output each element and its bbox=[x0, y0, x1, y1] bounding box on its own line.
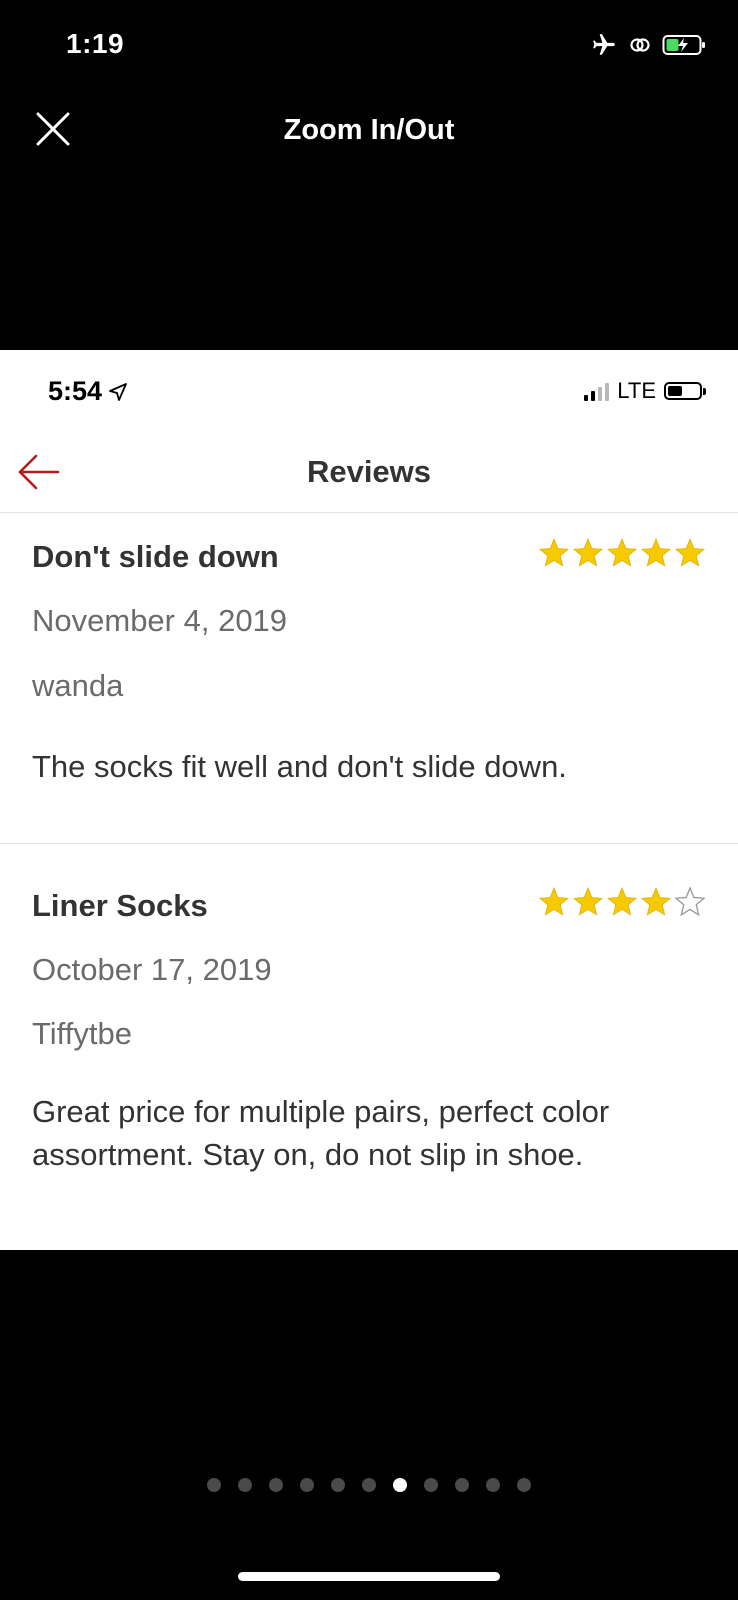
location-arrow-icon bbox=[109, 382, 127, 401]
outer-status-icons bbox=[590, 32, 708, 58]
inner-status-bar: 5:54 LTE bbox=[0, 350, 738, 430]
page-dot[interactable] bbox=[300, 1478, 314, 1492]
inner-status-right: LTE bbox=[584, 378, 706, 404]
page-dot-active[interactable] bbox=[393, 1478, 407, 1492]
inner-status-time-group: 5:54 bbox=[48, 376, 128, 407]
review-body: The socks fit well and don't slide down. bbox=[32, 749, 567, 784]
home-indicator[interactable] bbox=[238, 1572, 500, 1581]
signal-bar bbox=[591, 391, 596, 401]
signal-bar bbox=[584, 395, 589, 401]
page-dot[interactable] bbox=[455, 1478, 469, 1492]
star-filled-icon bbox=[572, 537, 604, 567]
outer-status-time: 1:19 bbox=[66, 28, 125, 59]
signal-bar bbox=[605, 383, 610, 401]
star-filled-icon bbox=[538, 537, 570, 567]
star-filled-icon bbox=[640, 537, 672, 567]
page-dot[interactable] bbox=[486, 1478, 500, 1492]
star-empty-icon bbox=[674, 886, 706, 917]
page-dot[interactable] bbox=[238, 1478, 252, 1492]
review-date: November 4, 2019 bbox=[32, 603, 288, 638]
review-date: October 17, 2019 bbox=[32, 952, 272, 987]
review-body: Great price for multiple pairs, perfect … bbox=[32, 1094, 610, 1172]
battery-icon bbox=[664, 382, 706, 400]
page-dot[interactable] bbox=[207, 1478, 221, 1492]
star-filled-icon bbox=[538, 886, 570, 916]
star-rating bbox=[538, 886, 706, 918]
star-filled-icon bbox=[674, 537, 706, 567]
signal-bar bbox=[598, 387, 603, 401]
page-dot[interactable] bbox=[517, 1478, 531, 1492]
page-dot[interactable] bbox=[331, 1478, 345, 1492]
viewer-title: Zoom In/Out bbox=[283, 114, 455, 146]
review-item: Don't slide down November 4, 2019 wanda … bbox=[0, 513, 738, 844]
signal-strength-icon bbox=[584, 381, 610, 401]
outer-status-bar: 1:19 bbox=[0, 0, 738, 90]
star-filled-icon bbox=[572, 886, 604, 916]
link-icon bbox=[630, 38, 650, 52]
airplane-icon bbox=[593, 34, 615, 55]
page-indicator bbox=[0, 1478, 738, 1492]
inner-status-time: 5:54 bbox=[48, 376, 103, 406]
review-title: Don't slide down bbox=[32, 539, 279, 574]
review-item: Liner Socks October 17, 2019 Tiffytbe Gr… bbox=[0, 844, 738, 1250]
star-rating bbox=[538, 537, 706, 569]
star-filled-icon bbox=[640, 886, 672, 916]
network-type: LTE bbox=[617, 378, 656, 403]
page-dot[interactable] bbox=[424, 1478, 438, 1492]
review-author: wanda bbox=[32, 668, 124, 703]
star-filled-icon bbox=[606, 886, 638, 916]
review-title: Liner Socks bbox=[32, 888, 208, 923]
review-author: Tiffytbe bbox=[32, 1016, 132, 1051]
reviews-header: Reviews bbox=[0, 430, 738, 513]
star-filled-icon bbox=[606, 537, 638, 567]
battery-charging-icon bbox=[662, 35, 705, 55]
page-title: Reviews bbox=[306, 454, 432, 489]
review-screenshot[interactable]: 5:54 LTE Reviews Don't slide down Novemb… bbox=[0, 350, 738, 1250]
page-dot[interactable] bbox=[269, 1478, 283, 1492]
page-dot[interactable] bbox=[362, 1478, 376, 1492]
